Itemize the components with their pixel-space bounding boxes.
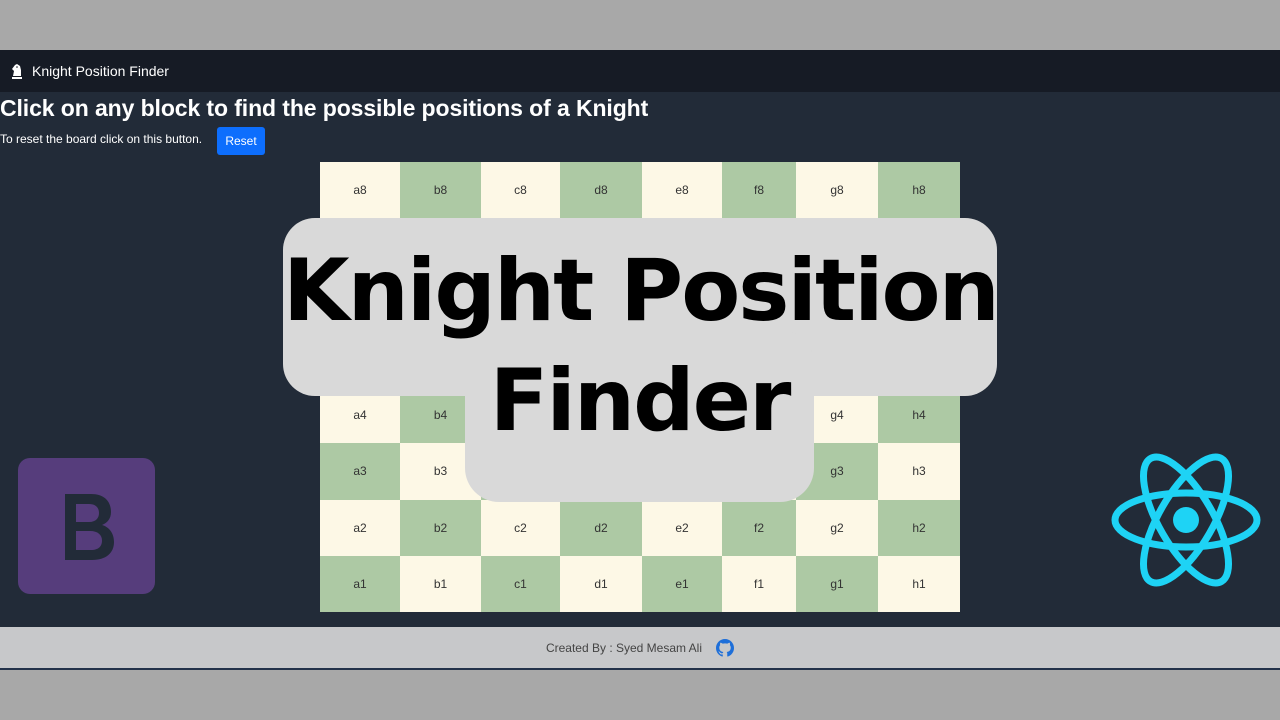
board-square-b8[interactable]: b8: [400, 162, 481, 219]
board-square-c8[interactable]: c8: [481, 162, 560, 219]
bootstrap-logo: [18, 458, 155, 594]
board-square-c1[interactable]: c1: [481, 555, 560, 612]
reset-instruction: To reset the board click on this button.: [0, 132, 203, 146]
reset-button[interactable]: Reset: [217, 127, 265, 155]
board-square-a3[interactable]: a3: [320, 443, 400, 500]
board-square-e8[interactable]: e8: [642, 162, 722, 219]
board-square-h8[interactable]: h8: [878, 162, 960, 219]
page-heading: Click on any block to find the possible …: [0, 95, 649, 121]
board-square-d8[interactable]: d8: [560, 162, 642, 219]
board-square-g2[interactable]: g2: [796, 499, 878, 556]
navbar: Knight Position Finder: [0, 50, 1280, 92]
board-square-b2[interactable]: b2: [400, 499, 481, 556]
navbar-brand-title[interactable]: Knight Position Finder: [32, 63, 169, 79]
github-icon[interactable]: [716, 638, 735, 657]
board-square-f8[interactable]: f8: [722, 162, 796, 219]
banner-title-line2: Finder: [489, 351, 792, 451]
board-square-e2[interactable]: e2: [642, 499, 722, 556]
board-square-d2[interactable]: d2: [560, 499, 642, 556]
board-square-d1[interactable]: d1: [560, 555, 642, 612]
board-square-b1[interactable]: b1: [400, 555, 481, 612]
board-square-f1[interactable]: f1: [722, 555, 796, 612]
banner-title-line1: Knight Position: [283, 241, 1000, 341]
bootstrap-b-glyph: [64, 494, 114, 560]
board-square-a2[interactable]: a2: [320, 499, 400, 556]
board-square-h2[interactable]: h2: [878, 499, 960, 556]
board-square-a1[interactable]: a1: [320, 555, 400, 612]
footer-credit: Created By : Syed Mesam Ali: [545, 640, 703, 655]
board-square-a8[interactable]: a8: [320, 162, 400, 219]
board-square-g8[interactable]: g8: [796, 162, 878, 219]
board-square-g1[interactable]: g1: [796, 555, 878, 612]
chess-knight-icon[interactable]: [10, 63, 24, 79]
board-square-e1[interactable]: e1: [642, 555, 722, 612]
board-square-h3[interactable]: h3: [878, 443, 960, 500]
react-logo: [1110, 452, 1262, 588]
board-square-f2[interactable]: f2: [722, 499, 796, 556]
board-square-c2[interactable]: c2: [481, 499, 560, 556]
footer: Created By : Syed Mesam Ali: [0, 627, 1280, 670]
board-square-h1[interactable]: h1: [878, 555, 960, 612]
